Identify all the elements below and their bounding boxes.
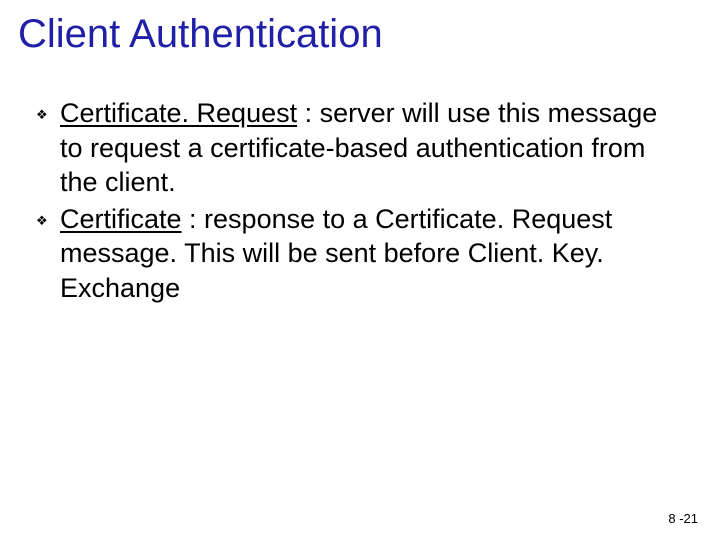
slide: Client Authentication ❖ Certificate. Req… xyxy=(0,0,720,540)
bullet-item: ❖ Certificate : response to a Certificat… xyxy=(36,202,680,306)
slide-number: 8 -21 xyxy=(668,511,698,526)
slide-title: Client Authentication xyxy=(18,12,702,56)
diamond-icon: ❖ xyxy=(36,214,48,227)
bullet-term: Certificate xyxy=(60,204,182,234)
bullet-item: ❖ Certificate. Request : server will use… xyxy=(36,96,680,200)
bullet-term: Certificate. Request xyxy=(60,98,297,128)
slide-body: ❖ Certificate. Request : server will use… xyxy=(36,96,680,307)
diamond-icon: ❖ xyxy=(36,108,48,121)
